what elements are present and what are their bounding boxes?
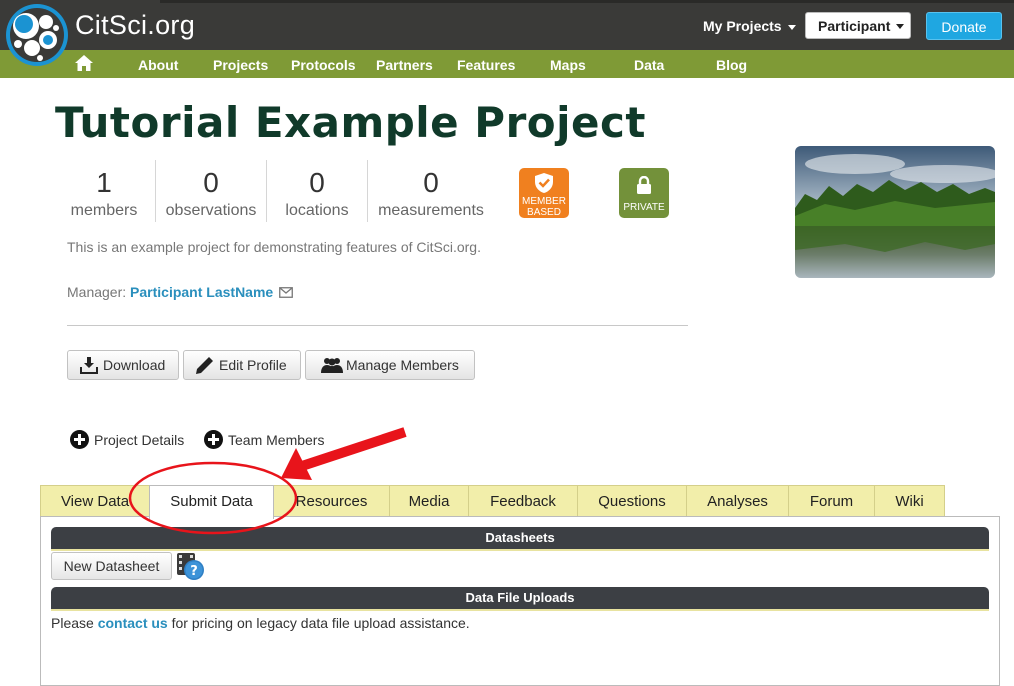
tab-feedback[interactable]: Feedback xyxy=(468,485,578,517)
nav-blog[interactable]: Blog xyxy=(716,57,747,73)
private-label: PRIVATE xyxy=(623,202,665,213)
project-manager: Manager: Participant LastName xyxy=(67,284,294,300)
my-projects-label: My Projects xyxy=(703,18,782,34)
main-nav: About Projects Protocols Partners Featur… xyxy=(0,50,1014,78)
manage-members-label: Manage Members xyxy=(346,357,459,373)
members-icon xyxy=(321,358,343,373)
stat-label: members xyxy=(70,202,138,219)
stat-locations: 0 locations xyxy=(275,166,359,222)
project-details-toggle[interactable]: Project Details xyxy=(70,430,184,449)
team-members-label: Team Members xyxy=(228,431,325,448)
stat-label: locations xyxy=(285,202,349,219)
stat-value: 1 xyxy=(96,167,112,198)
upload-prefix: Please xyxy=(51,615,94,631)
nav-projects[interactable]: Projects xyxy=(213,57,268,73)
divider xyxy=(67,325,688,326)
tab-questions[interactable]: Questions xyxy=(577,485,687,517)
private-badge: PRIVATE xyxy=(619,168,669,218)
nav-about[interactable]: About xyxy=(138,57,178,73)
team-members-toggle[interactable]: Team Members xyxy=(204,430,324,449)
brand-name[interactable]: CitSci.org xyxy=(75,10,195,41)
divider xyxy=(155,160,156,222)
tab-forum[interactable]: Forum xyxy=(788,485,875,517)
stat-members: 1 members xyxy=(64,166,144,222)
divider xyxy=(367,160,368,222)
download-label: Download xyxy=(103,357,166,373)
donate-button[interactable]: Donate xyxy=(926,12,1002,40)
chevron-down-icon xyxy=(896,24,904,29)
datasheets-heading: Datasheets xyxy=(51,527,989,551)
tab-submit-data[interactable]: Submit Data xyxy=(149,485,274,519)
page-title: Tutorial Example Project xyxy=(55,98,646,147)
divider xyxy=(266,160,267,222)
nav-protocols[interactable]: Protocols xyxy=(291,57,356,73)
upload-note: Please contact us for pricing on legacy … xyxy=(51,615,470,631)
project-description: This is an example project for demonstra… xyxy=(67,239,481,255)
manager-link[interactable]: Participant LastName xyxy=(130,284,273,300)
upload-suffix: for pricing on legacy data file upload a… xyxy=(171,615,470,631)
member-based-badge: MEMBER BASED xyxy=(519,168,569,218)
tab-resources[interactable]: Resources xyxy=(273,485,390,517)
stat-observations: 0 observations xyxy=(160,166,262,222)
plus-circle-icon xyxy=(70,430,89,449)
manager-label: Manager: xyxy=(67,284,127,300)
stat-measurements: 0 measurements xyxy=(372,166,490,222)
pencil-icon xyxy=(196,357,213,374)
contact-us-link[interactable]: contact us xyxy=(98,615,168,631)
edit-profile-button[interactable]: Edit Profile xyxy=(183,350,301,380)
shield-check-icon xyxy=(535,173,553,193)
nav-partners[interactable]: Partners xyxy=(376,57,433,73)
chevron-down-icon xyxy=(787,24,796,30)
nav-data[interactable]: Data xyxy=(634,57,664,73)
tab-wiki[interactable]: Wiki xyxy=(874,485,945,517)
project-image xyxy=(795,146,995,278)
member-based-label: MEMBER BASED xyxy=(522,196,566,218)
tab-media[interactable]: Media xyxy=(389,485,469,517)
role-select-value: Participant xyxy=(818,18,891,34)
data-file-uploads-heading: Data File Uploads xyxy=(51,587,989,611)
tab-view-data[interactable]: View Data xyxy=(40,485,150,517)
nav-maps[interactable]: Maps xyxy=(550,57,586,73)
role-select[interactable]: Participant xyxy=(805,12,911,39)
edit-profile-label: Edit Profile xyxy=(219,357,287,373)
mail-icon[interactable] xyxy=(279,287,294,298)
stat-label: measurements xyxy=(378,202,484,219)
download-button[interactable]: Download xyxy=(67,350,179,380)
home-icon[interactable] xyxy=(75,55,93,71)
film-help-icon[interactable]: ? xyxy=(176,551,206,581)
project-details-label: Project Details xyxy=(94,431,185,448)
tab-analyses[interactable]: Analyses xyxy=(686,485,789,517)
stat-label: observations xyxy=(165,202,257,219)
manage-members-button[interactable]: Manage Members xyxy=(305,350,475,380)
my-projects-menu[interactable]: My Projects xyxy=(703,18,796,34)
lock-icon xyxy=(637,176,651,194)
svg-text:?: ? xyxy=(190,564,198,579)
nav-features[interactable]: Features xyxy=(457,57,515,73)
stat-value: 0 xyxy=(203,167,219,198)
new-datasheet-button[interactable]: New Datasheet xyxy=(51,552,172,580)
download-icon xyxy=(80,356,98,374)
plus-circle-icon xyxy=(204,430,223,449)
citsci-logo[interactable] xyxy=(4,2,70,68)
stat-value: 0 xyxy=(423,167,439,198)
stat-value: 0 xyxy=(309,167,325,198)
annotation-arrow-head xyxy=(281,448,312,480)
